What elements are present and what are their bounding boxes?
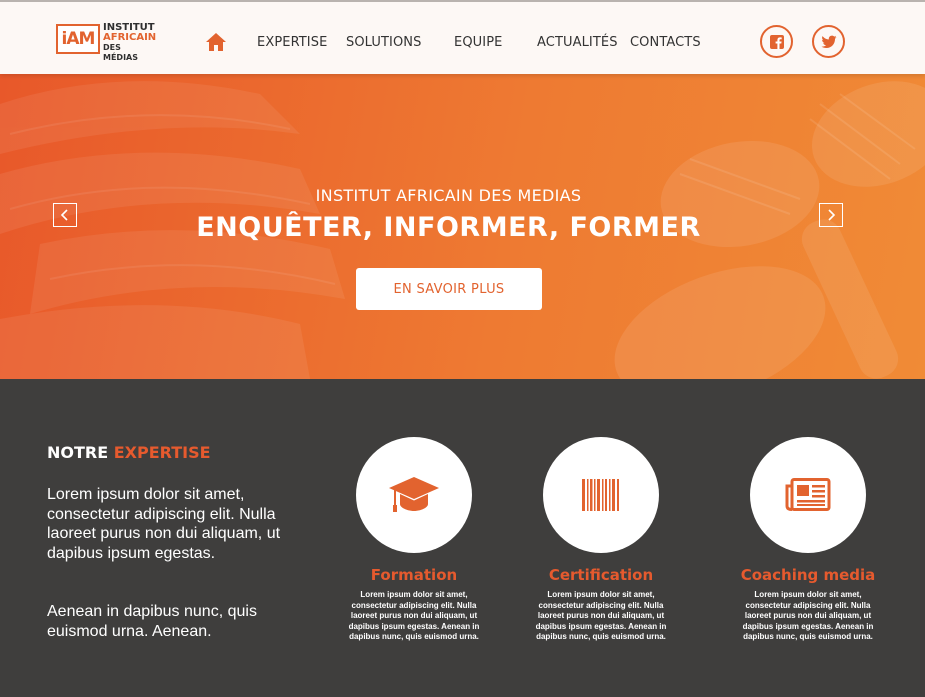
graduation-cap-icon xyxy=(389,477,439,512)
hero-subtitle: INSTITUT AFRICAIN DES MEDIAS xyxy=(315,186,582,205)
barcode-icon xyxy=(582,479,619,511)
facebook-icon[interactable] xyxy=(760,25,793,58)
nav-equipe[interactable]: EQUIPE xyxy=(454,35,502,50)
card-text: Lorem ipsum dolor sit amet, consectetur … xyxy=(348,590,480,641)
card-text: Lorem ipsum dolor sit amet, consectetur … xyxy=(742,590,874,641)
logo-mark-box: iAM xyxy=(56,24,100,54)
learn-more-button[interactable]: EN SAVOIR PLUS xyxy=(356,268,542,310)
logo-line-3: DES MÉDIAS xyxy=(103,43,138,62)
logo-line-2: AFRICAIN xyxy=(103,32,157,43)
expertise-paragraph-1: Lorem ipsum dolor sit amet, consectetur … xyxy=(47,486,281,562)
logo-mark: iAM xyxy=(61,29,96,49)
newspaper-icon xyxy=(785,478,831,511)
nav-expertise[interactable]: EXPERTISE xyxy=(257,35,327,50)
top-navigation-bar: iAM INSTITUT AFRICAIN DES MÉDIAS EXPERTI… xyxy=(0,0,925,74)
hero-title: ENQUÊTER, INFORMER, FORMER xyxy=(196,212,701,243)
card-icon-circle xyxy=(543,437,659,553)
site-logo[interactable]: iAM INSTITUT AFRICAIN DES MÉDIAS xyxy=(56,22,156,62)
card-text: Lorem ipsum dolor sit amet, consectetur … xyxy=(535,590,667,641)
section-title-white: NOTRE xyxy=(47,443,114,462)
nav-solutions[interactable]: SOLUTIONS xyxy=(346,35,421,50)
card-icon-circle xyxy=(750,437,866,553)
logo-text: INSTITUT AFRICAIN DES MÉDIAS xyxy=(103,23,156,63)
nav-contacts[interactable]: CONTACTS xyxy=(630,35,701,50)
card-title: Certification xyxy=(548,566,654,584)
card-title: Formation xyxy=(370,566,458,584)
card-title: Coaching media xyxy=(740,566,876,584)
home-icon[interactable] xyxy=(205,32,227,52)
nav-actualites[interactable]: ACTUALITÉS xyxy=(537,35,618,50)
card-icon-circle xyxy=(356,437,472,553)
section-title: NOTRE EXPERTISE xyxy=(47,443,211,462)
section-title-accent: EXPERTISE xyxy=(113,443,211,462)
twitter-icon[interactable] xyxy=(812,25,845,58)
expertise-paragraph-2: Aenean in dapibus nunc, quis euismod urn… xyxy=(47,603,257,640)
hero-slider: INSTITUT AFRICAIN DES MEDIAS ENQUÊTER, I… xyxy=(0,74,925,379)
